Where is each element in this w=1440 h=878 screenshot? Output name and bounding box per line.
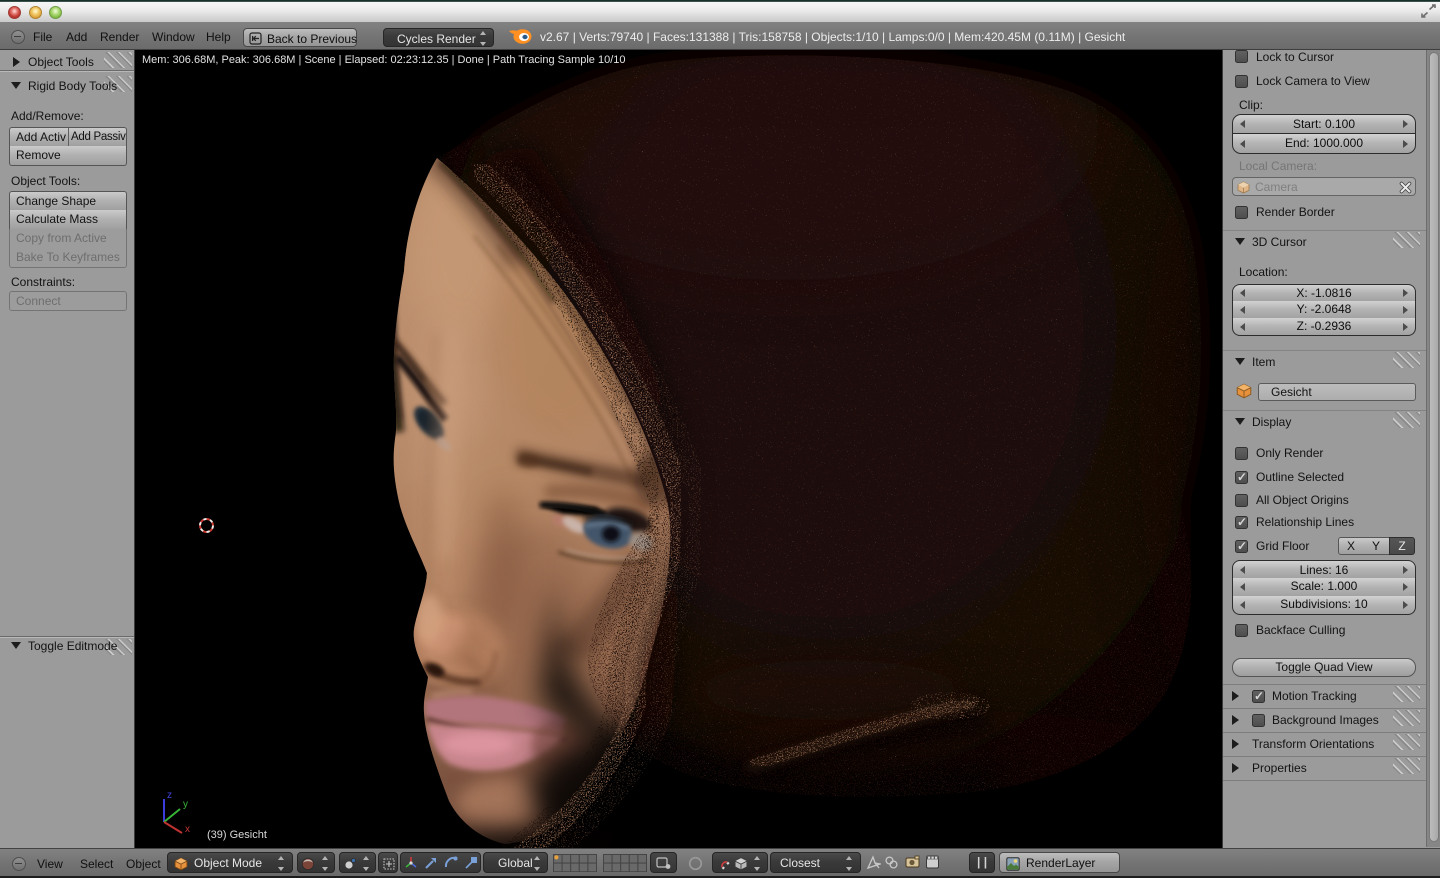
svg-text:y: y xyxy=(183,799,188,810)
svg-text:x: x xyxy=(185,824,190,835)
svg-text:z: z xyxy=(167,790,172,801)
